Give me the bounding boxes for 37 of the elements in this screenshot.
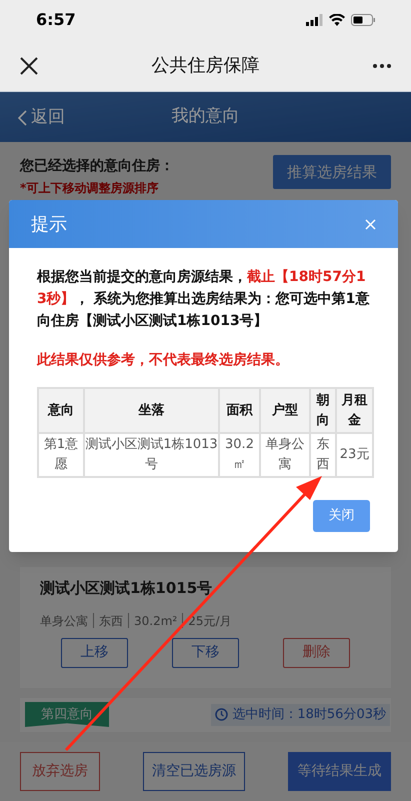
hint-text: *可上下移动调整房源排序: [20, 180, 160, 197]
nav-title: 公共住房保障: [152, 54, 260, 78]
close-button[interactable]: 关闭: [313, 500, 370, 532]
back-button[interactable]: 返回: [18, 105, 65, 130]
selected-time: 选中时间：18时56分03秒: [232, 706, 386, 724]
footer-button[interactable]: 清空已选房源: [143, 752, 245, 791]
clock-icon: [215, 708, 228, 721]
footer-button[interactable]: 等待结果生成: [288, 752, 391, 791]
dialog-title: 提示: [31, 212, 67, 236]
signal-icon: [306, 14, 323, 26]
house-detail: 东西: [99, 612, 123, 630]
page-title: 我的意向: [172, 105, 240, 128]
dialog-notice: 此结果仅供参考，不代表最终选房结果。: [37, 350, 290, 370]
table-cell: 第1意愿: [38, 433, 84, 477]
table-cell: 23元: [336, 433, 373, 477]
footer-button[interactable]: 放弃选房: [20, 752, 100, 791]
card-button[interactable]: 下移: [172, 638, 239, 668]
dialog-message: 根据您当前提交的意向房源结果，截止【18时57分13秒】， 系统为您推算出选房结果为：您可选中第1意向住房【测试小区测试1栋1013号】: [37, 268, 370, 331]
back-icon: [18, 110, 27, 126]
house-title: 测试小区测试1栋1015号: [40, 578, 214, 599]
column-header: 意向: [38, 388, 84, 433]
battery-icon: [351, 14, 375, 26]
estimate-button[interactable]: 推算选房结果: [273, 155, 391, 189]
wifi-icon: [329, 14, 345, 26]
section-heading: 您已经选择的意向住房：: [20, 156, 174, 176]
close-icon[interactable]: [20, 56, 38, 74]
card-button[interactable]: 删除: [283, 638, 350, 668]
house-detail: 单身公寓: [40, 612, 88, 630]
table-cell: 30.2㎡: [219, 433, 260, 477]
table-cell: 测试小区测试1栋1013号: [84, 433, 219, 477]
table-cell: 单身公寓: [260, 433, 310, 477]
rank-ribbon: 第四意向: [25, 702, 109, 727]
status-time: 6:57: [36, 9, 76, 31]
table-cell: 东西: [310, 433, 336, 477]
card-button[interactable]: 上移: [61, 638, 128, 668]
house-detail: 30.2m²: [134, 612, 178, 630]
more-icon[interactable]: [373, 64, 391, 68]
